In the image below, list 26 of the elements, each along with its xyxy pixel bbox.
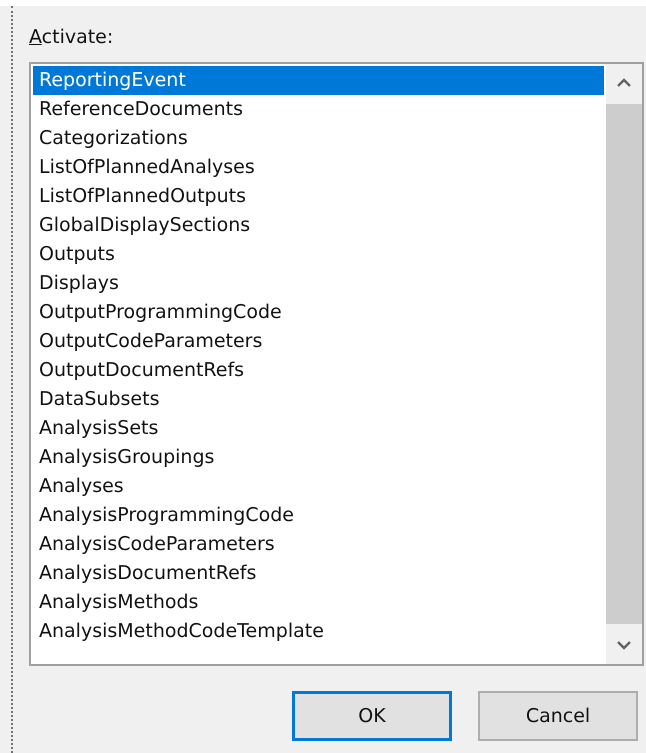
scroll-up-icon[interactable] [617, 78, 631, 88]
list-item[interactable]: AnalysisMethodCodeTemplate [33, 617, 604, 646]
list-item[interactable]: Outputs [33, 240, 604, 269]
list-item[interactable]: OutputCodeParameters [33, 327, 604, 356]
list-item[interactable]: AnalysisSets [33, 414, 604, 443]
list-item[interactable]: Categorizations [33, 124, 604, 153]
list-item[interactable]: Analyses [33, 472, 604, 501]
dialog-button[interactable]: Cancel [478, 691, 638, 741]
dialog-button[interactable]: OK [292, 691, 452, 741]
list-item[interactable]: GlobalDisplaySections [33, 211, 604, 240]
list-item[interactable]: AnalysisDocumentRefs [33, 559, 604, 588]
list-label: Activate: [29, 26, 114, 50]
list-item[interactable]: AnalysisProgrammingCode [33, 501, 604, 530]
list-item[interactable]: ReportingEvent [33, 66, 604, 95]
list-item[interactable]: OutputProgrammingCode [33, 298, 604, 327]
list-item[interactable]: OutputDocumentRefs [33, 356, 604, 385]
list-item[interactable]: DataSubsets [33, 385, 604, 414]
list-item[interactable]: AnalysisGroupings [33, 443, 604, 472]
list-item[interactable]: ReferenceDocuments [33, 95, 604, 124]
list-item[interactable]: Displays [33, 269, 604, 298]
list-item[interactable]: ListOfPlannedOutputs [33, 182, 604, 211]
scroll-down-icon[interactable] [617, 640, 631, 650]
list-box[interactable] [29, 62, 644, 666]
list-item[interactable]: AnalysisCodeParameters [33, 530, 604, 559]
list-item[interactable]: AnalysisMethods [33, 588, 604, 617]
list-item[interactable]: ListOfPlannedAnalyses [33, 153, 604, 182]
